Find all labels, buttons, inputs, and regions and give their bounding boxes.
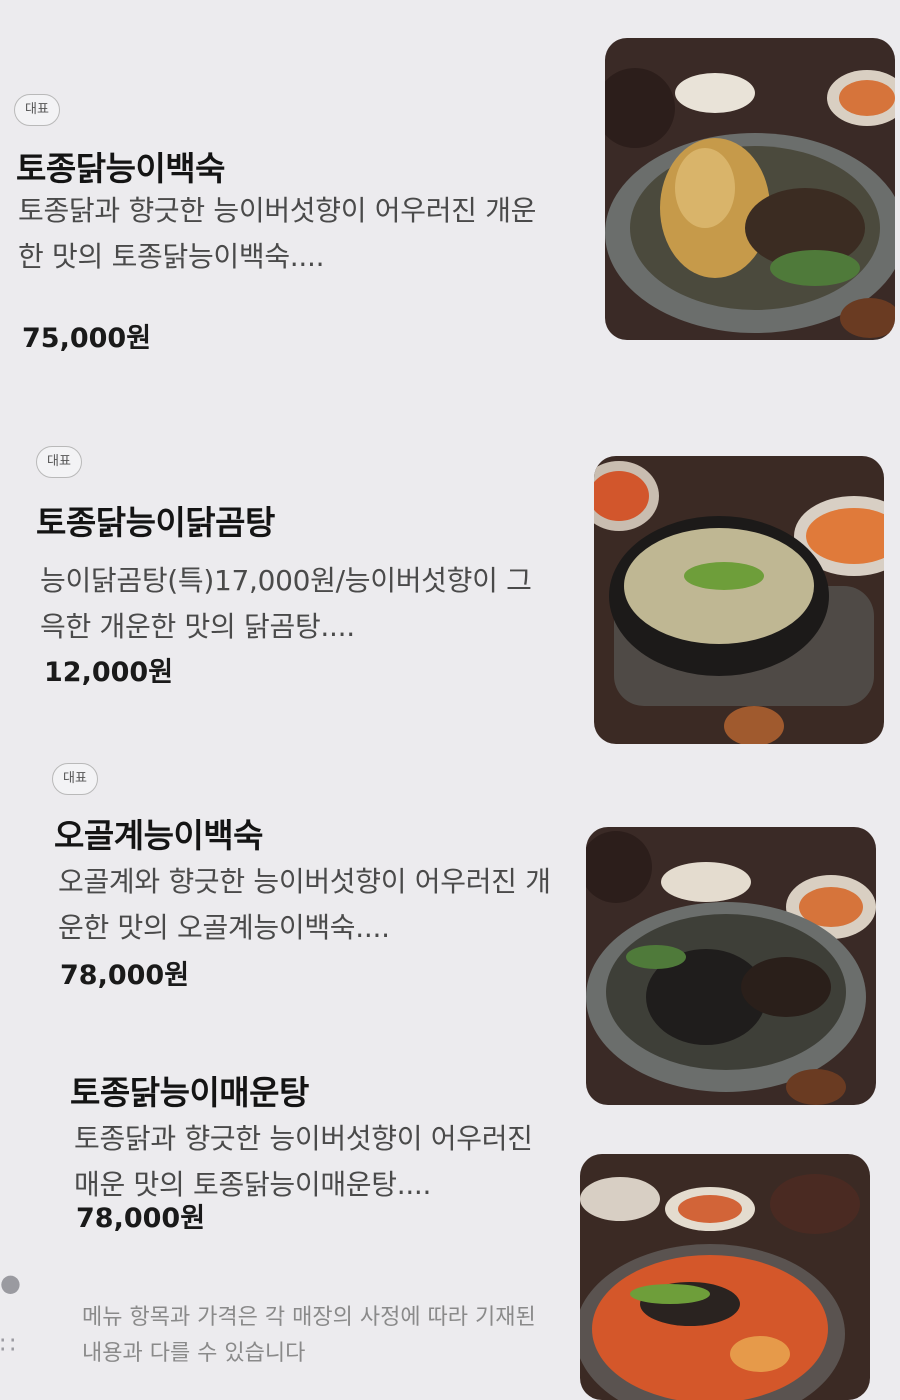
menu-item-name: 토종닭능이매운탕 xyxy=(70,1073,309,1112)
menu-item[interactable]: 대표 오골계능이백숙 오골계와 향긋한 능이버섯향이 어우러진 개운한 맛의 오… xyxy=(0,755,900,1105)
menu-item-name: 토종닭능이닭곰탕 xyxy=(36,503,275,542)
menu-item[interactable]: 대표 토종닭능이닭곰탕 능이닭곰탕(특)17,000원/능이버섯향이 그윽한 개… xyxy=(0,430,900,760)
menu-item-name: 토종닭능이백숙 xyxy=(16,149,226,188)
menu-item-price: 78,000원 xyxy=(76,1203,206,1234)
chicken-gomtang-photo xyxy=(594,456,884,744)
menu-list: 대표 토종닭능이백숙 토종닭과 향긋한 능이버섯향이 어우러진 개운한 맛의 토… xyxy=(0,0,900,1400)
menu-item-description: 능이닭곰탕(특)17,000원/능이버섯향이 그윽한 개운한 맛의 닭곰탕...… xyxy=(40,564,532,643)
grid-icon[interactable]: ∷ xyxy=(0,1330,24,1360)
menu-item-price: 75,000원 xyxy=(22,323,152,354)
spicy-stew-photo xyxy=(580,1154,870,1400)
user-icon[interactable]: ● xyxy=(0,1268,24,1298)
menu-item-description: 토종닭과 향긋한 능이버섯향이 어우러진 개운한 맛의 토종닭능이백숙.... xyxy=(18,194,537,273)
menu-item-description: 오골계와 향긋한 능이버섯향이 어우러진 개운한 맛의 오골계능이백숙.... xyxy=(58,865,551,944)
representative-badge: 대표 xyxy=(14,94,60,126)
menu-price-notice: 메뉴 항목과 가격은 각 매장의 사정에 따라 기재된 내용과 다를 수 있습니… xyxy=(82,1305,536,1366)
representative-badge: 대표 xyxy=(52,763,98,795)
menu-item-price: 12,000원 xyxy=(44,657,174,688)
menu-item-price: 78,000원 xyxy=(60,960,190,991)
menu-item-name: 오골계능이백숙 xyxy=(54,816,264,855)
chicken-soup-photo xyxy=(605,38,895,340)
menu-item[interactable]: 대표 토종닭능이백숙 토종닭과 향긋한 능이버섯향이 어우러진 개운한 맛의 토… xyxy=(0,0,900,380)
menu-item-description: 토종닭과 향긋한 능이버섯향이 어우러진 매운 맛의 토종닭능이매운탕.... xyxy=(74,1122,533,1201)
representative-badge: 대표 xyxy=(36,446,82,478)
